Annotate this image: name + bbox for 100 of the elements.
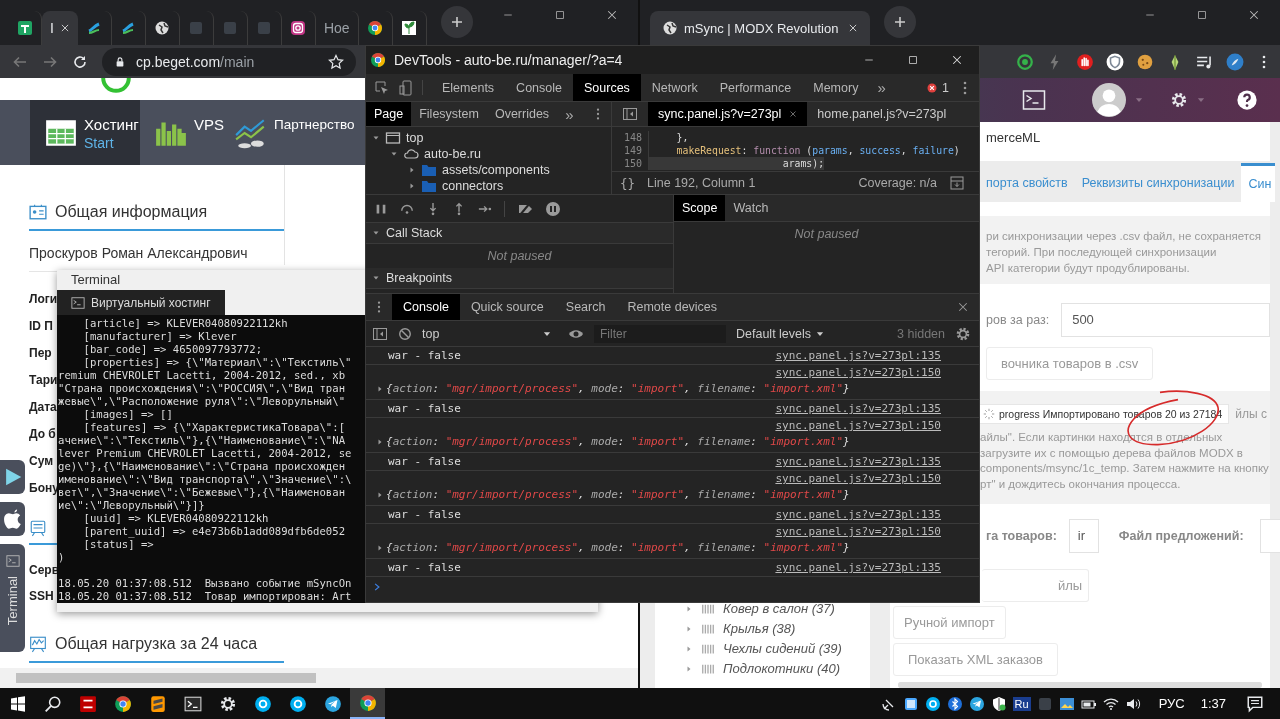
more-tabs-button[interactable]: » <box>869 79 894 96</box>
navigator-tab[interactable]: Filesystem <box>411 102 487 126</box>
terminal-tab[interactable]: Виртуальный хостинг <box>57 290 225 316</box>
target-icon[interactable] <box>1016 52 1034 71</box>
sidebar-toggle-icon[interactable] <box>372 325 388 342</box>
more-tabs-button[interactable]: » <box>557 105 582 123</box>
plus-icon[interactable] <box>884 6 916 38</box>
context-dropdown[interactable]: top <box>422 326 558 341</box>
plus-icon[interactable] <box>440 6 473 38</box>
navigator-tab[interactable]: Overrides <box>486 102 558 126</box>
inspect-icon[interactable] <box>374 79 390 96</box>
expand-arrow-icon[interactable] <box>372 274 380 282</box>
file-tree-item[interactable]: connectors <box>366 178 611 194</box>
scrollbar-thumb[interactable] <box>898 682 1262 688</box>
address-bar[interactable]: cp.beget.com/main <box>102 47 356 76</box>
levels-dropdown[interactable]: Default levels <box>736 326 826 341</box>
pause-exceptions-icon[interactable] <box>545 200 561 217</box>
devtools-tab[interactable]: Elements <box>431 74 506 101</box>
nav-tab[interactable]: Партнерство <box>230 100 355 165</box>
expand-arrow-icon[interactable] <box>372 134 380 142</box>
tree-item[interactable]: Крылья (38) <box>655 621 870 636</box>
drawer-tab[interactable]: Quick source <box>459 294 555 320</box>
expand-arrow-icon[interactable] <box>376 437 384 446</box>
terminal-dock-tab[interactable]: Terminal <box>0 544 25 652</box>
help-icon[interactable] <box>1236 89 1258 111</box>
device-icon[interactable] <box>398 79 414 96</box>
source-link[interactable]: sync.panel.js?v=273pl:135 <box>775 455 941 468</box>
source-link[interactable]: sync.panel.js?v=273pl:150 <box>775 524 941 540</box>
shield-icon[interactable] <box>990 695 1007 712</box>
devtools-tab[interactable]: Network <box>640 74 709 101</box>
devtools-tab[interactable]: Console <box>505 74 573 101</box>
source-link[interactable]: sync.panel.js?v=273pl:150 <box>775 471 941 487</box>
reload-icon[interactable] <box>72 53 88 70</box>
file-tree-item[interactable]: assets/components <box>366 162 611 178</box>
clear-icon[interactable] <box>398 326 412 341</box>
source-link[interactable]: sync.panel.js?v=273pl:135 <box>775 349 941 362</box>
browser-tab[interactable]: mSync | MODX Revolution <box>650 11 870 45</box>
drawer-tab[interactable]: Search <box>554 294 617 320</box>
close-icon[interactable] <box>957 301 969 313</box>
sidebar-toggle-icon[interactable] <box>622 106 638 122</box>
tree-item[interactable]: Подлокотники (40) <box>655 661 870 676</box>
input-field[interactable] <box>1259 518 1280 553</box>
clock[interactable]: 1:37 <box>1200 696 1226 711</box>
close-icon[interactable] <box>789 110 798 118</box>
console-object[interactable]: {action: "mgr/import/process", mode: "import", filename: "import.xml"} <box>386 487 850 502</box>
source-link[interactable]: sync.panel.js?v=273pl:150 <box>775 365 941 381</box>
devtools-tab[interactable]: Performance <box>708 74 803 101</box>
cookie-icon[interactable] <box>1136 52 1154 71</box>
console-object[interactable]: {action: "mgr/import/process", mode: "import", filename: "import.xml"} <box>386 381 850 396</box>
input-field[interactable]: 500 <box>1061 302 1270 337</box>
expand-arrow-icon[interactable] <box>376 490 384 499</box>
devtools-tab[interactable]: Sources <box>573 74 641 101</box>
language-indicator[interactable]: РУС <box>1158 696 1185 711</box>
file-tree-item[interactable]: auto-be.ru <box>366 146 611 162</box>
bluetooth-icon[interactable] <box>946 695 963 712</box>
play-dock-button[interactable] <box>0 460 25 494</box>
drawer-tab[interactable]: Remote devices <box>616 294 729 320</box>
nav-tab[interactable]: Хостинг Start <box>30 100 140 165</box>
file-tab[interactable]: home.panel.js?v=273pl <box>807 102 957 126</box>
section-header[interactable]: Breakpoints <box>366 268 673 289</box>
expand-arrow-icon[interactable] <box>408 166 416 174</box>
window-icon[interactable] <box>902 695 919 712</box>
star-icon[interactable] <box>328 53 344 70</box>
bubble-icon[interactable] <box>924 695 941 712</box>
scrollbar-thumb[interactable] <box>16 673 316 683</box>
sidebar-tab[interactable]: Scope <box>674 195 726 221</box>
drawer-tab[interactable]: Console <box>392 294 460 320</box>
avatar-icon[interactable] <box>1092 83 1126 117</box>
taskbar-button[interactable] <box>350 688 385 719</box>
source-link[interactable]: sync.panel.js?v=273pl:135 <box>775 402 941 415</box>
source-link[interactable]: sync.panel.js?v=273pl:150 <box>775 418 941 434</box>
hand-icon[interactable] <box>1076 52 1094 71</box>
paper-plane-icon[interactable] <box>968 695 985 712</box>
console-object[interactable]: {action: "mgr/import/process", mode: "import", filename: "import.xml"} <box>386 540 850 555</box>
tree-item[interactable]: Чехлы сидений (39) <box>655 641 870 656</box>
tree-item[interactable]: Ковер в салон (37) <box>655 601 870 616</box>
section-header[interactable]: Call Stack <box>366 223 673 244</box>
input-field[interactable]: ir <box>1068 518 1099 553</box>
expand-arrow-icon[interactable] <box>376 384 384 393</box>
shield-icon[interactable] <box>1106 52 1124 71</box>
expand-arrow-icon[interactable] <box>408 182 416 190</box>
terminal-icon[interactable] <box>1022 88 1046 112</box>
expand-arrow-icon[interactable] <box>390 150 398 158</box>
filter-field[interactable]: Filter <box>594 324 726 343</box>
file-tree-item[interactable]: top <box>366 130 611 146</box>
source-link[interactable]: sync.panel.js?v=273pl:135 <box>775 561 941 574</box>
tray-badge[interactable]: Ru <box>1012 696 1031 711</box>
close-icon[interactable] <box>59 23 70 33</box>
prompt-icon[interactable] <box>372 582 382 592</box>
expand-arrow-icon[interactable] <box>372 229 380 237</box>
devtools-tab[interactable]: Memory <box>802 74 870 101</box>
expand-arrow-icon[interactable] <box>376 543 384 552</box>
format-button[interactable]: {} <box>620 175 636 191</box>
console-object[interactable]: {action: "mgr/import/process", mode: "import", filename: "import.xml"} <box>386 434 850 449</box>
nav-tab[interactable]: VPS <box>150 100 228 165</box>
settings-icon[interactable] <box>1170 91 1188 109</box>
navigator-tab[interactable]: Page <box>366 102 412 126</box>
image-icon[interactable] <box>1058 695 1075 712</box>
browser-tab[interactable]: I <box>42 11 78 45</box>
profile-icon[interactable] <box>1226 52 1244 71</box>
